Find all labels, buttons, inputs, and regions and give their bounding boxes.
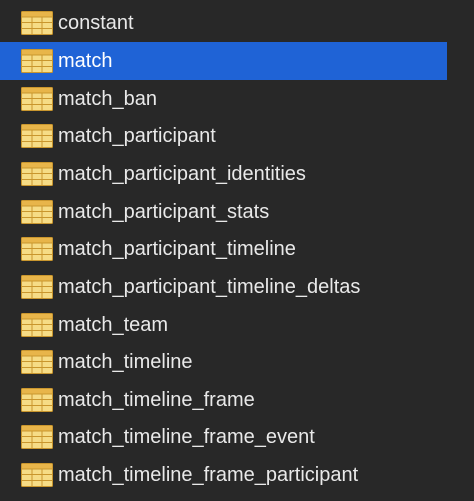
table-icon [21,350,53,374]
table-list: constant match match_ban match_participa… [0,0,474,501]
table-row-label: match_participant [58,125,216,147]
table-row-constant[interactable]: constant [0,4,474,42]
table-icon [21,162,53,186]
table-row-match-timeline-frame-event[interactable]: match_timeline_frame_event [0,418,474,456]
table-icon [21,425,53,449]
table-row-match-participant-stats[interactable]: match_participant_stats [0,193,474,231]
table-icon [21,11,53,35]
table-row-label: match_timeline_frame [58,389,255,411]
table-icon [21,388,53,412]
table-icon [21,463,53,487]
table-row-match-participant-identities[interactable]: match_participant_identities [0,155,474,193]
table-icon [21,49,53,73]
table-row-match-timeline-frame-participant[interactable]: match_timeline_frame_participant [0,456,474,494]
table-row-label: match_timeline_frame_event [58,426,315,448]
table-row-label: match_timeline_frame_participant [58,464,359,486]
table-row-match-team[interactable]: match_team [0,306,474,344]
table-row-label: match_team [58,314,169,336]
table-row-match-participant-timeline-deltas[interactable]: match_participant_timeline_deltas [0,268,474,306]
table-row-label: match_participant_timeline [58,238,296,260]
table-icon [21,200,53,224]
table-row-match-ban[interactable]: match_ban [0,80,474,118]
table-row-label: match_timeline [58,351,193,373]
table-row-match-participant[interactable]: match_participant [0,117,474,155]
table-row-match-timeline-frame[interactable]: match_timeline_frame [0,381,474,419]
table-row-label: constant [58,12,134,34]
table-row-label: match_participant_timeline_deltas [58,276,361,298]
table-row-label: match [58,50,113,72]
table-row-label: match_participant_identities [58,163,306,185]
table-icon [21,237,53,261]
table-row-match-participant-timeline[interactable]: match_participant_timeline [0,230,474,268]
table-row-match[interactable]: match [0,42,447,80]
table-icon [21,313,53,337]
table-icon [21,87,53,111]
table-row-label: match_participant_stats [58,201,270,223]
table-row-match-timeline[interactable]: match_timeline [0,343,474,381]
table-row-label: match_ban [58,88,157,110]
table-icon [21,275,53,299]
table-icon [21,124,53,148]
